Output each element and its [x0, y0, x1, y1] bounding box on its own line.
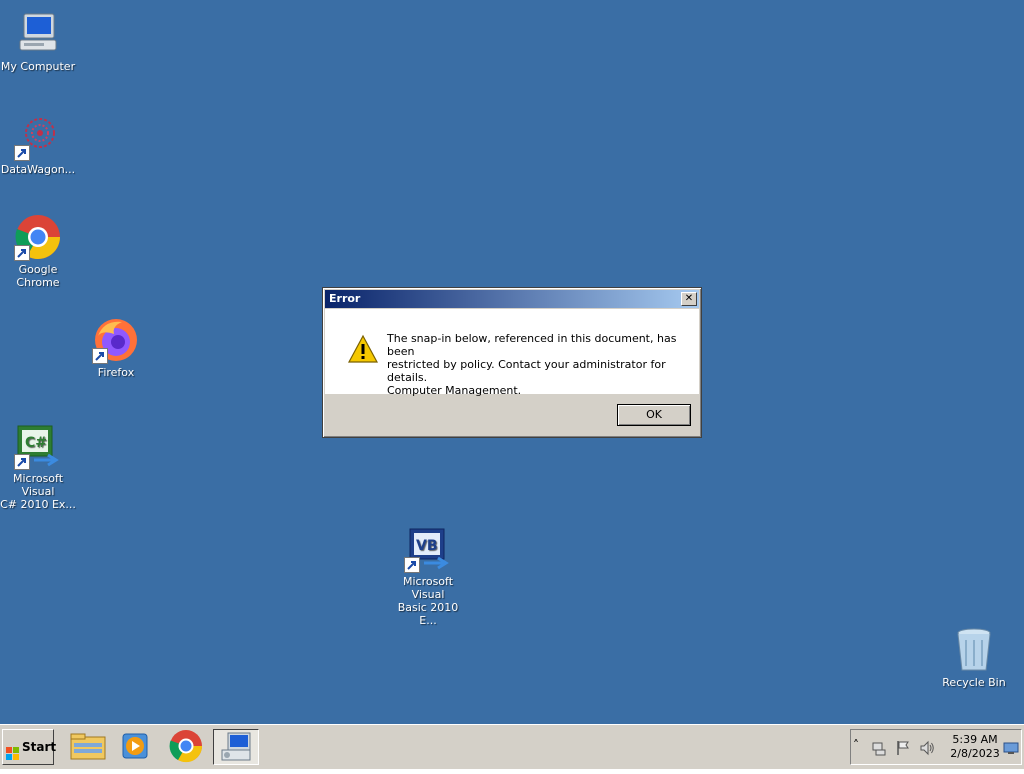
- file-explorer-icon: [70, 733, 106, 760]
- start-button[interactable]: Start: [2, 729, 57, 765]
- desktop: My Computer DataWagon... Google Chrome F…: [0, 0, 1024, 724]
- system-tray: ˄ 5:39 AM 2/8/2023: [850, 729, 1022, 765]
- shortcut-arrow-icon: [92, 348, 108, 364]
- shortcut-arrow-icon: [14, 145, 30, 161]
- desktop-icon-datawagon[interactable]: DataWagon...: [0, 113, 78, 176]
- my-computer-icon: [14, 10, 62, 58]
- desktop-icon-label: DataWagon...: [0, 163, 76, 176]
- close-icon: ✕: [684, 293, 694, 304]
- desktop-icon-label: My Computer: [0, 60, 76, 73]
- desktop-icon-visual-basic[interactable]: VB Microsoft Visual Basic 2010 E...: [388, 525, 468, 627]
- shortcut-arrow-icon: [14, 454, 30, 470]
- clock[interactable]: 5:39 AM 2/8/2023: [947, 733, 1003, 761]
- desktop-icon-visual-csharp[interactable]: C# Microsoft Visual C# 2010 Ex...: [0, 422, 78, 511]
- desktop-icon-label: Google Chrome: [16, 263, 60, 289]
- dialog-message: The snap-in below, referenced in this do…: [387, 332, 687, 397]
- show-hidden-icons-chevron-icon[interactable]: ˄: [853, 738, 869, 754]
- taskbar-media-player[interactable]: [113, 729, 157, 763]
- clock-date: 2/8/2023: [950, 747, 1000, 760]
- network-icon[interactable]: [871, 740, 887, 756]
- chrome-icon: [169, 730, 203, 763]
- desktop-icon-label: Microsoft Visual C# 2010 Ex...: [0, 472, 76, 511]
- message-line: The snap-in below, referenced in this do…: [387, 332, 677, 358]
- taskbar-file-explorer[interactable]: [66, 729, 110, 763]
- desktop-icon-label: Recycle Bin: [942, 676, 1006, 689]
- shortcut-arrow-icon: [404, 557, 420, 573]
- desktop-icon-my-computer[interactable]: My Computer: [0, 10, 78, 73]
- close-button[interactable]: ✕: [681, 292, 697, 306]
- start-label: Start: [22, 740, 57, 754]
- ok-button[interactable]: OK: [617, 404, 691, 426]
- shortcut-arrow-icon: [14, 245, 30, 261]
- error-dialog: Error ✕ The snap-in below, referenced in…: [322, 287, 702, 438]
- message-line: restricted by policy. Contact your admin…: [387, 358, 666, 384]
- taskbar: Start ˄ 5:39 AM 2/8/2023: [0, 724, 1024, 769]
- chrome-icon: [14, 213, 62, 261]
- message-line: Computer Management.: [387, 384, 522, 397]
- media-player-icon: [122, 733, 148, 759]
- desktop-icon-label: Firefox: [97, 366, 135, 379]
- desktop-icon-recycle-bin[interactable]: Recycle Bin: [934, 626, 1014, 689]
- firefox-icon: [92, 316, 140, 364]
- dialog-title: Error: [329, 292, 361, 305]
- dialog-body: The snap-in below, referenced in this do…: [325, 309, 699, 397]
- recycle-bin-icon: [950, 626, 998, 674]
- svg-text:C#: C#: [25, 435, 47, 451]
- taskbar-chrome[interactable]: [164, 729, 208, 763]
- taskbar-computer-management[interactable]: [213, 729, 259, 765]
- warning-icon: [347, 334, 379, 364]
- clock-time: 5:39 AM: [952, 733, 998, 746]
- dialog-titlebar[interactable]: Error ✕: [325, 290, 699, 308]
- desktop-icon-google-chrome[interactable]: Google Chrome: [0, 213, 78, 289]
- desktop-icon-label: Microsoft Visual Basic 2010 E...: [397, 575, 459, 627]
- svg-text:VB: VB: [416, 538, 438, 554]
- desktop-icon-firefox[interactable]: Firefox: [76, 316, 156, 379]
- computer-management-icon: [221, 732, 251, 761]
- visual-csharp-icon: C#: [14, 422, 62, 470]
- windows-logo-icon: [6, 740, 20, 760]
- volume-icon[interactable]: [919, 740, 935, 756]
- show-desktop-icon[interactable]: [1003, 740, 1019, 756]
- datawagon-icon: [14, 113, 62, 161]
- visual-basic-icon: VB: [404, 525, 452, 573]
- action-center-flag-icon[interactable]: [895, 740, 911, 756]
